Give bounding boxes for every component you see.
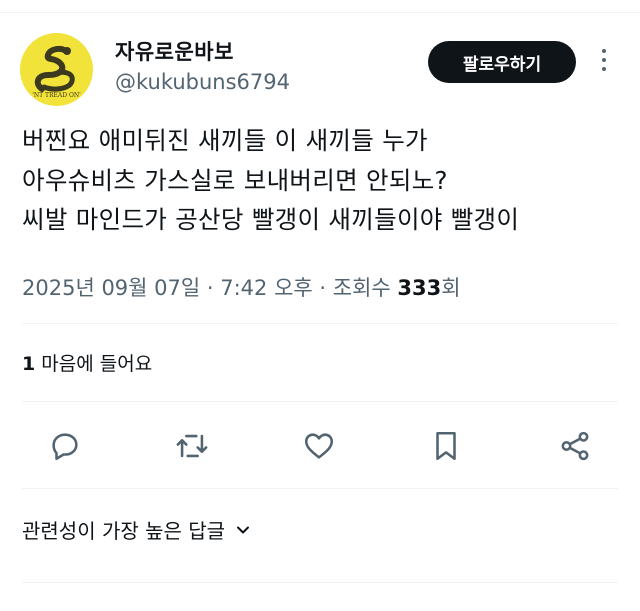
likes-label: 마음에 들어요 bbox=[35, 353, 153, 375]
like-icon[interactable] bbox=[299, 426, 339, 466]
display-name[interactable]: 자유로운바보 bbox=[115, 36, 234, 66]
tweet-time[interactable]: 7:42 오후 bbox=[220, 276, 312, 300]
meta-separator: · bbox=[312, 276, 333, 300]
chevron-down-icon bbox=[237, 526, 250, 533]
divider bbox=[22, 323, 618, 324]
meta-separator: · bbox=[200, 276, 221, 300]
replies-sort-label: 관련성이 가장 높은 답글 bbox=[22, 519, 226, 543]
share-icon[interactable] bbox=[555, 426, 595, 466]
tweet-meta: 2025년 09월 07일 · 7:42 오후 · 조회수 333회 bbox=[22, 272, 461, 302]
avatar[interactable]: 'NT TREAD ON' bbox=[20, 33, 93, 106]
reply-icon[interactable] bbox=[45, 426, 85, 466]
likes-count: 1 bbox=[22, 353, 36, 375]
divider bbox=[22, 582, 618, 583]
replies-sort-dropdown[interactable]: 관련성이 가장 높은 답글 bbox=[22, 515, 251, 544]
likes-summary[interactable]: 1 마음에 들어요 bbox=[22, 349, 152, 376]
tweet-line: 아우슈비츠 가스실로 보내버리면 안되노? bbox=[22, 165, 448, 195]
tweet-date[interactable]: 2025년 09월 07일 bbox=[22, 276, 200, 300]
user-handle[interactable]: @kukubuns6794 bbox=[115, 70, 290, 94]
tweet-line: 버찐요 애미뒤진 새끼들 이 새끼들 누가 bbox=[22, 126, 428, 155]
retweet-icon[interactable] bbox=[172, 426, 212, 466]
follow-button[interactable]: 팔로우하기 bbox=[428, 41, 576, 83]
top-divider bbox=[0, 12, 640, 13]
tweet-line: 씨발 마인드가 공산당 빨갱이 새끼들이야 빨갱이 bbox=[22, 205, 520, 234]
more-vertical-icon[interactable] bbox=[598, 49, 610, 75]
avatar-text: 'NT TREAD ON' bbox=[32, 92, 81, 99]
gadsden-flag-icon: 'NT TREAD ON' bbox=[20, 33, 93, 106]
views-count: 333 bbox=[397, 276, 442, 300]
views-label: 조회수 bbox=[332, 276, 398, 300]
tweet-text: 버찐요 애미뒤진 새끼들 이 새끼들 누가 아우슈비츠 가스실로 보내버리면 안… bbox=[22, 121, 622, 240]
views-suffix: 회 bbox=[441, 276, 461, 300]
divider bbox=[22, 401, 618, 402]
bookmark-icon[interactable] bbox=[426, 426, 466, 466]
divider bbox=[22, 488, 618, 489]
